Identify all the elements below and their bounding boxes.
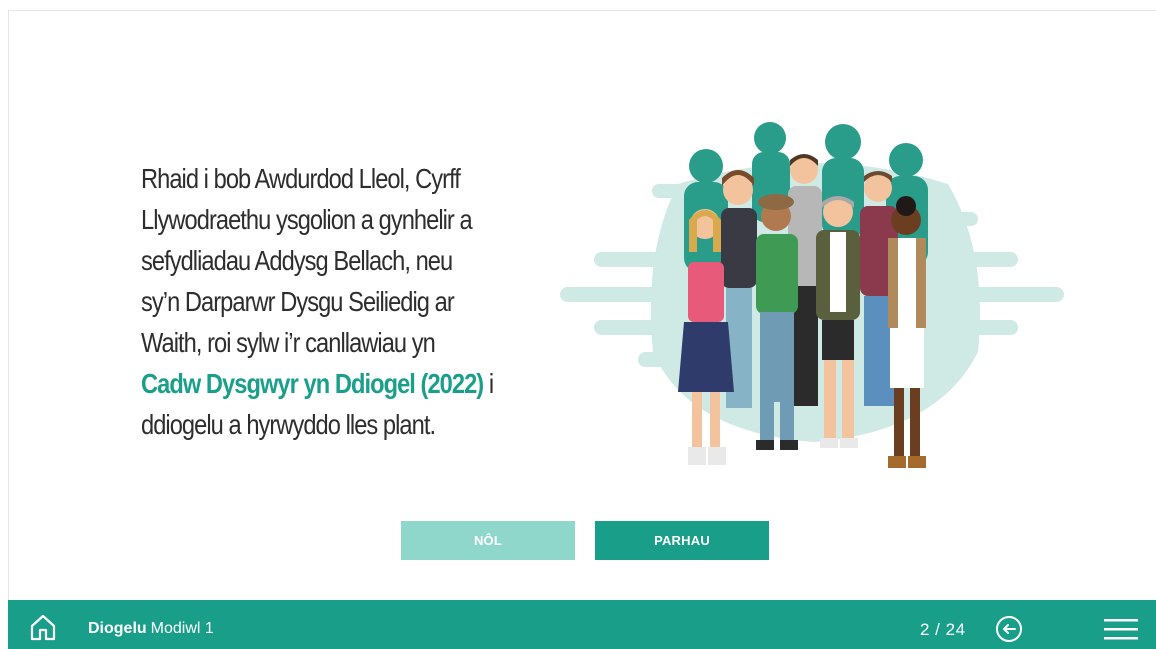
- footer-bar: Diogelu Modiwl 1 2 / 24: [8, 600, 1156, 649]
- people-group-illustration: [560, 122, 1064, 468]
- course-name: Diogelu: [88, 620, 147, 637]
- paragraph-line: sy’n Darparwr Dysgu Seiliedig ar: [141, 286, 455, 317]
- paragraph-line-with-link: Cadw Dysgwyr yn Ddiogel (2022) i: [141, 363, 537, 404]
- main-paragraph: Rhaid i bob Awdurdod Lleol, Cyrff Llywod…: [141, 158, 537, 445]
- home-icon[interactable]: [28, 612, 58, 642]
- paragraph-line: sefydliadau Addysg Bellach, neu: [141, 245, 453, 276]
- continue-button[interactable]: PARHAU: [595, 521, 769, 560]
- paragraph-line: Waith, roi sylw i’r canllawiau yn: [141, 327, 436, 358]
- hamburger-menu-icon[interactable]: [1102, 614, 1140, 644]
- guidance-link[interactable]: Cadw Dysgwyr yn Ddiogel (2022): [141, 368, 484, 399]
- back-arrow-icon[interactable]: [994, 614, 1024, 644]
- back-button[interactable]: NÔL: [401, 521, 575, 560]
- page-indicator: 2 / 24: [920, 620, 966, 639]
- paragraph-text: i: [483, 368, 494, 399]
- paragraph-line: Rhaid i bob Awdurdod Lleol, Cyrff: [141, 163, 461, 194]
- paragraph-line: ddiogelu a hyrwyddo lles plant.: [141, 409, 436, 440]
- module-name: Modiwl 1: [150, 620, 214, 637]
- paragraph-line: Llywodraethu ysgolion a gynhelir a: [141, 204, 473, 235]
- course-title: Diogelu Modiwl 1: [88, 620, 214, 638]
